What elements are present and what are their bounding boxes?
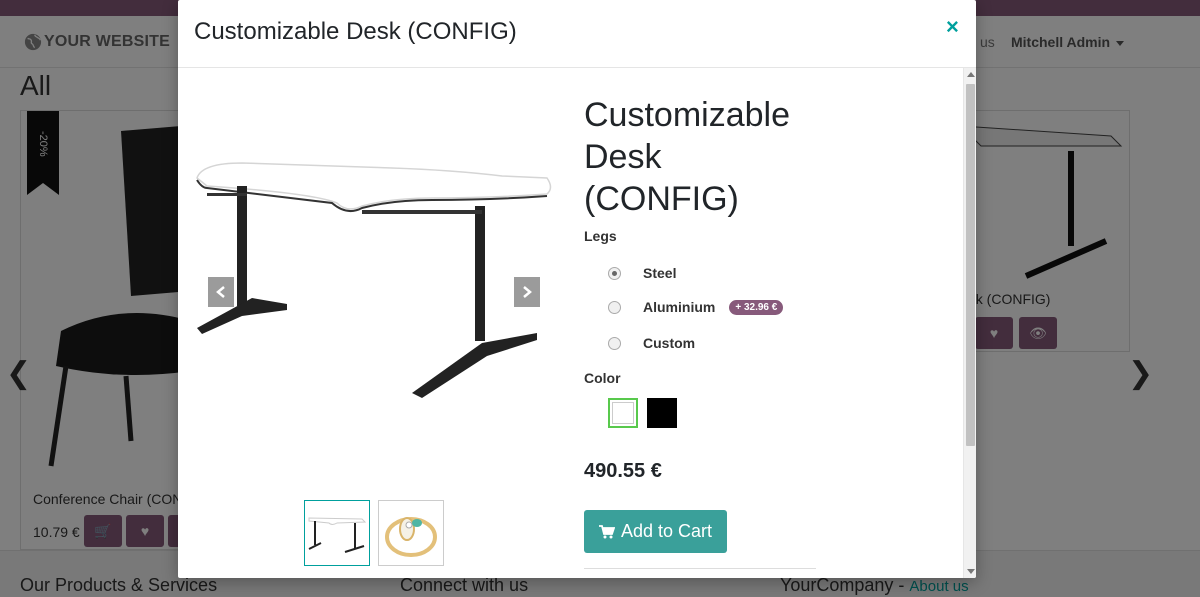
- divider: [584, 568, 816, 569]
- carousel-prev-button[interactable]: [208, 277, 234, 307]
- product-quick-view-modal: Customizable Desk (CONFIG) × Customizabl…: [178, 0, 976, 578]
- modal-body: Customizable Desk (CONFIG) Legs Steel Al…: [178, 68, 963, 578]
- scroll-up-arrow-icon[interactable]: [967, 72, 975, 77]
- color-swatch-black[interactable]: [647, 398, 677, 428]
- image-thumbnails: [304, 500, 444, 566]
- legs-option-label: Custom: [643, 335, 696, 351]
- ring-thumbnail-image: [385, 517, 437, 557]
- radio-aluminium[interactable]: [608, 300, 621, 314]
- modal-scrollbar[interactable]: [963, 68, 976, 578]
- shopping-cart-icon: [598, 524, 615, 538]
- legs-option-aluminium[interactable]: Aluminium + 32.96 €: [608, 299, 784, 315]
- radio-custom[interactable]: [608, 336, 621, 350]
- radio-steel[interactable]: [608, 266, 621, 280]
- color-swatch-white[interactable]: [608, 398, 638, 428]
- close-icon[interactable]: ×: [946, 14, 959, 40]
- legs-option-steel[interactable]: Steel: [608, 265, 676, 281]
- legs-option-label: Aluminium: [643, 299, 716, 315]
- chevron-left-icon: [216, 286, 225, 298]
- modal-title: Customizable Desk (CONFIG): [194, 18, 517, 45]
- add-to-cart-button[interactable]: Add to Cart: [584, 510, 727, 553]
- modal-header: Customizable Desk (CONFIG) ×: [178, 0, 976, 68]
- add-to-cart-label: Add to Cart: [620, 521, 713, 541]
- legs-option-custom[interactable]: Custom: [608, 335, 695, 351]
- chevron-right-icon: [523, 286, 532, 298]
- color-attribute-label: Color: [584, 370, 621, 386]
- product-price: 490.55 €: [584, 460, 662, 482]
- thumbnail-desk[interactable]: [304, 500, 370, 566]
- legs-attribute-label: Legs: [584, 228, 617, 244]
- scrollbar-thumb[interactable]: [966, 84, 975, 446]
- product-name: Customizable Desk (CONFIG): [584, 96, 790, 218]
- legs-option-label: Steel: [643, 265, 677, 281]
- product-image: [196, 162, 552, 398]
- thumbnail-jewelry[interactable]: [378, 500, 444, 566]
- scroll-down-arrow-icon[interactable]: [967, 569, 975, 574]
- carousel-next-button[interactable]: [514, 277, 540, 307]
- desk-thumbnail-image: [308, 517, 367, 553]
- extra-price-badge: + 32.96 €: [729, 299, 784, 315]
